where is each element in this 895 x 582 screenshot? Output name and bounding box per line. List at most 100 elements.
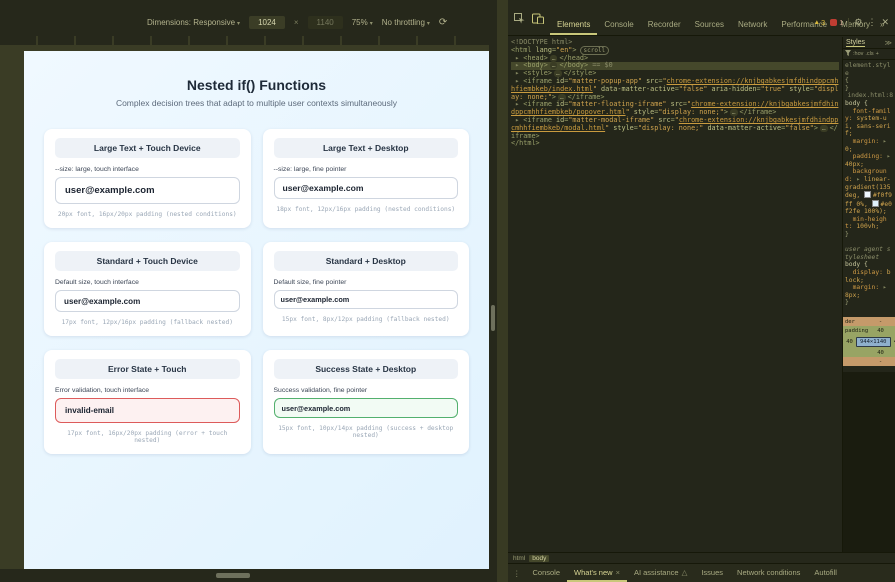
kebab-menu-icon[interactable]: ⋮ [867, 17, 876, 28]
throttling-select[interactable]: No throttling ▾ [382, 18, 430, 27]
box-model-border-bottom: - [878, 358, 883, 365]
email-input[interactable] [55, 177, 240, 204]
card-label: Default size, fine pointer [273, 279, 347, 286]
breadcrumb-html[interactable]: html [510, 555, 528, 562]
card-large-touch: Large Text + Touch Device --size: large,… [44, 129, 251, 228]
styles-sidebar: Styles ≫ :hov .cls + element.style{} inde… [842, 37, 895, 552]
email-input-success[interactable] [273, 398, 458, 418]
code-line[interactable]: ▸ <body>… </body> == $0 [511, 61, 839, 71]
screen: Dimensions: Responsive ▾ 1024 × 1140 75% ▾… [0, 0, 895, 582]
email-input-error[interactable] [55, 398, 240, 423]
tab-console[interactable]: Console [597, 16, 640, 35]
settings-gear-icon[interactable]: ⚙ [854, 17, 862, 28]
tab-network[interactable]: Network [731, 16, 774, 35]
dimensions-multiply: × [293, 18, 299, 27]
card-large-desktop: Large Text + Desktop --size: large, fine… [262, 129, 469, 228]
code-line[interactable]: } [845, 299, 893, 307]
card-header: Large Text + Desktop [273, 138, 458, 158]
code-line[interactable]: body { [845, 100, 893, 108]
drawer-tab-autofill[interactable]: Autofill [807, 564, 844, 582]
card-label: Default size, touch interface [55, 279, 139, 286]
code-line[interactable]: background: ▸ linear-gradient(135deg, #f… [845, 168, 893, 216]
drawer-tab-ai-assistance[interactable]: AI assistance △ [627, 564, 694, 582]
zoom-select[interactable]: 75% ▾ [352, 18, 373, 27]
drawer-tab-whats-new[interactable]: What's new × [567, 564, 627, 582]
box-model-content-size: 944×1140 [856, 336, 891, 347]
code-line[interactable]: margin: ▸ 0; [845, 138, 893, 153]
styles-rules[interactable]: element.style{} index.html:8 body { font-f… [843, 60, 895, 309]
dimensions-select[interactable]: Dimensions: Responsive ▾ [147, 18, 240, 27]
card-label: Error validation, touch interface [55, 387, 150, 394]
drawer-tab-console[interactable]: Console [526, 564, 568, 582]
viewport-width-drag-handle[interactable] [491, 305, 495, 331]
page-title: Nested if() Functions [186, 77, 327, 93]
devtools-tab-bar: Elements Console Recorder Sources Networ… [508, 0, 895, 36]
card-label: Success validation, fine pointer [273, 387, 368, 394]
card-caption: 17px font, 16px/20px padding (error + to… [67, 430, 228, 444]
code-line[interactable]: user agent stylesheet [845, 246, 893, 261]
email-input[interactable] [55, 290, 240, 312]
breadcrumb: html body [508, 552, 895, 563]
class-toggle[interactable]: .cls [865, 51, 873, 57]
sidebar-empty-area [843, 372, 895, 552]
divider [848, 17, 850, 28]
breadcrumb-body[interactable]: body [529, 554, 550, 562]
box-model-padding-left: 40 [846, 338, 853, 345]
tab-elements[interactable]: Elements [550, 16, 598, 35]
code-line[interactable]: ▸ <iframe id="matter-popup-app" src="chr… [511, 77, 839, 101]
code-line[interactable]: } [845, 231, 893, 239]
card-caption: 17px font, 12px/16px padding (fallback n… [61, 319, 233, 326]
code-line[interactable]: display: block; [845, 269, 893, 284]
inspect-element-icon[interactable] [514, 11, 525, 29]
drawer-menu-icon[interactable]: ⋮ [508, 564, 526, 582]
new-style-rule-icon[interactable]: + [876, 51, 879, 57]
code-line[interactable]: body { [845, 261, 893, 269]
throttling-value: No throttling [381, 18, 425, 27]
chevron-down-icon: ▾ [426, 21, 430, 27]
device-toolbar-toggle-icon[interactable] [532, 11, 544, 29]
close-devtools-icon[interactable]: ✕ [881, 17, 889, 28]
card-label: --size: large, fine pointer [273, 166, 347, 173]
code-line[interactable]: </html> [511, 139, 839, 148]
card-caption: 18px font, 12px/16px padding (nested con… [276, 206, 456, 213]
errors-badge[interactable]: 1 [830, 18, 843, 27]
code-line[interactable]: index.html:8 [845, 92, 894, 100]
viewport-width-input[interactable]: 1024 [249, 16, 285, 29]
pseudo-state-toggle[interactable]: :hov [853, 51, 863, 57]
drawer-tab-issues[interactable]: Issues [694, 564, 730, 582]
dimensions-label: Dimensions: Responsive [147, 18, 236, 27]
devtools-drawer: html body ⋮ Console What's new × AI assis… [508, 552, 895, 582]
code-line[interactable]: element.style [845, 62, 893, 77]
code-line[interactable]: margin: ▸ 8px; [845, 284, 893, 299]
close-tab-icon[interactable]: × [616, 568, 620, 577]
filter-funnel-icon[interactable] [845, 50, 851, 58]
viewport-height-input[interactable]: 1140 [307, 16, 343, 29]
rotate-viewport-icon[interactable]: ⟳ [439, 17, 447, 28]
card-grid: Large Text + Touch Device --size: large,… [44, 129, 469, 454]
code-line[interactable]: ▸ <iframe id="matter-modal-iframe" src="… [511, 116, 839, 140]
code-line[interactable]: min-height: 100vh; [845, 216, 893, 231]
email-input[interactable] [273, 177, 458, 199]
code-line[interactable]: } [845, 85, 893, 93]
styles-tab[interactable]: Styles [846, 39, 866, 47]
code-line[interactable]: { [845, 77, 893, 85]
warnings-badge[interactable]: ▲ 3 [814, 18, 826, 27]
card-caption: 15px font, 8px/12px padding (fallback ne… [281, 316, 450, 323]
sidebar-more-icon[interactable]: ≫ [885, 39, 892, 47]
code-line[interactable]: font-family: system-ui, sans-serif; [845, 108, 893, 138]
tab-sources[interactable]: Sources [688, 16, 731, 35]
code-line[interactable]: padding: ▸ 40px; [845, 153, 893, 168]
box-model[interactable]: der- padding40 40 944×1140 40 40 - [843, 317, 895, 366]
box-model-padding-label: padding [845, 327, 869, 334]
card-caption: 20px font, 16px/20px padding (nested con… [57, 211, 237, 218]
code-line[interactable]: ▸ <iframe id="matter-floating-iframe" sr… [511, 100, 839, 117]
box-model-padding-right: 40 [891, 339, 895, 345]
card-standard-touch: Standard + Touch Device Default size, to… [44, 242, 251, 336]
dom-tree[interactable]: <!DOCTYPE html> <html lang="en"> scroll ▸ … [508, 37, 842, 552]
email-input[interactable] [273, 290, 458, 309]
devtools-left-gutter [497, 0, 508, 582]
viewport-height-drag-handle[interactable] [216, 573, 250, 578]
tab-recorder[interactable]: Recorder [641, 16, 688, 35]
card-label: --size: large, touch interface [55, 166, 139, 173]
drawer-tab-network-conditions[interactable]: Network conditions [730, 564, 807, 582]
